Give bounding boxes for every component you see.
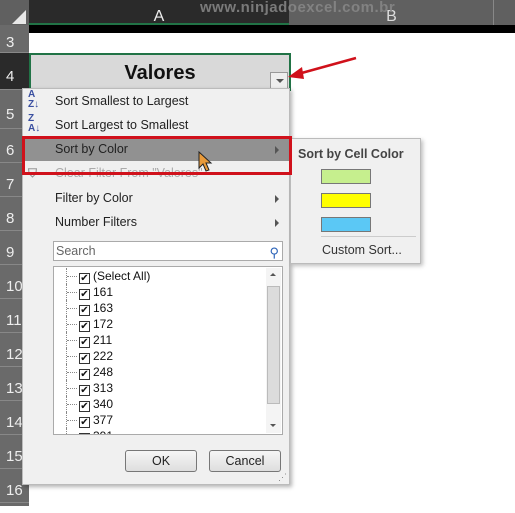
list-item[interactable]: ✔ 163 (66, 300, 113, 316)
checkbox-checked[interactable]: ✔ (79, 417, 90, 428)
checkbox-checked[interactable]: ✔ (79, 289, 90, 300)
sort-ascending-icon: A Z↓ (28, 89, 40, 110)
menu-number-filters[interactable]: Number Filters (24, 211, 289, 234)
search-input[interactable]: Search ⚲ (53, 241, 283, 261)
list-item[interactable]: ✔ 377 (66, 412, 113, 428)
filter-dropdown-button[interactable] (270, 72, 288, 89)
checkbox-checked[interactable]: ✔ (79, 353, 90, 364)
menu-sort-descending[interactable]: Z A↓ Sort Largest to Smallest (24, 114, 289, 137)
checkbox-checked[interactable]: ✔ (79, 433, 90, 434)
list-item[interactable]: ✔391 (66, 428, 113, 434)
list-item[interactable]: ✔ 161 (66, 284, 113, 300)
highlight-annotation-box (22, 136, 292, 175)
divider (321, 236, 416, 237)
scroll-up-icon[interactable] (270, 273, 276, 276)
list-item-label: 340 (93, 397, 114, 411)
color-swatch-blue[interactable] (321, 217, 371, 232)
sort-by-color-submenu: Sort by Cell Color Custom Sort... (290, 138, 421, 264)
list-item[interactable]: ✔ 248 (66, 364, 113, 380)
ok-button[interactable]: OK (125, 450, 197, 472)
list-item[interactable]: ✔ 211 (66, 332, 112, 348)
color-swatch-yellow[interactable] (321, 193, 371, 208)
custom-sort-item[interactable]: Custom Sort... (322, 243, 402, 257)
select-all-corner[interactable] (0, 0, 29, 27)
list-item-label: 248 (93, 365, 114, 379)
list-item-label: 163 (93, 301, 114, 315)
list-scrollbar[interactable] (266, 268, 281, 433)
submenu-title: Sort by Cell Color (298, 147, 404, 161)
submenu-arrow-icon (275, 195, 279, 203)
resize-grip-icon[interactable]: ⋰ (278, 472, 287, 483)
list-item-label: (Select All) (93, 269, 151, 283)
sort-descending-icon: Z A↓ (28, 113, 41, 134)
color-swatch-green[interactable] (321, 169, 371, 184)
checkbox-checked[interactable]: ✔ (79, 385, 90, 396)
list-item[interactable]: ✔ 313 (66, 380, 113, 396)
scroll-thumb[interactable] (267, 286, 280, 404)
row-header-4[interactable]: 4 (0, 53, 29, 90)
checkbox-checked[interactable]: ✔ (79, 369, 90, 380)
red-arrow-annotation (288, 56, 357, 79)
submenu-arrow-icon (275, 219, 279, 227)
checkbox-checked[interactable]: ✔ (79, 337, 90, 348)
scroll-down-icon[interactable] (270, 424, 276, 427)
list-item[interactable]: ✔ 222 (66, 348, 113, 364)
header-cell-valores[interactable]: Valores (29, 53, 291, 91)
value-checklist: ✔ (Select All) ✔ 161 ✔ 163 ✔ 172 ✔ 211 ✔ 222 ✔ 248 ✔ 31… (53, 266, 283, 435)
menu-filter-by-color[interactable]: Filter by Color (24, 187, 289, 210)
cancel-button[interactable]: Cancel (209, 450, 281, 472)
checkbox-checked[interactable]: ✔ (79, 321, 90, 332)
list-item-label: 161 (93, 285, 114, 299)
list-item-label: 313 (93, 381, 114, 395)
search-icon: ⚲ (269, 245, 279, 260)
list-item[interactable]: ✔ 340 (66, 396, 113, 412)
list-item-label: 211 (93, 333, 113, 347)
list-item-label: 391 (93, 429, 113, 434)
list-item[interactable]: ✔ 172 (66, 316, 113, 332)
list-item-label: 377 (93, 413, 114, 427)
frozen-divider (29, 25, 515, 33)
menu-sort-ascending[interactable]: A Z↓ Sort Smallest to Largest (24, 90, 289, 113)
checkbox-checked[interactable]: ✔ (79, 305, 90, 316)
list-item-label: 172 (93, 317, 114, 331)
mouse-cursor-icon (198, 151, 213, 172)
list-item[interactable]: ✔ (Select All) (66, 268, 150, 284)
checkbox-checked[interactable]: ✔ (79, 401, 90, 412)
checkbox-checked[interactable]: ✔ (79, 273, 90, 284)
row-header-3[interactable]: 3 (0, 25, 29, 53)
list-item-label: 222 (93, 349, 114, 363)
watermark: www.ninjadoexcel.com.br (200, 0, 396, 16)
